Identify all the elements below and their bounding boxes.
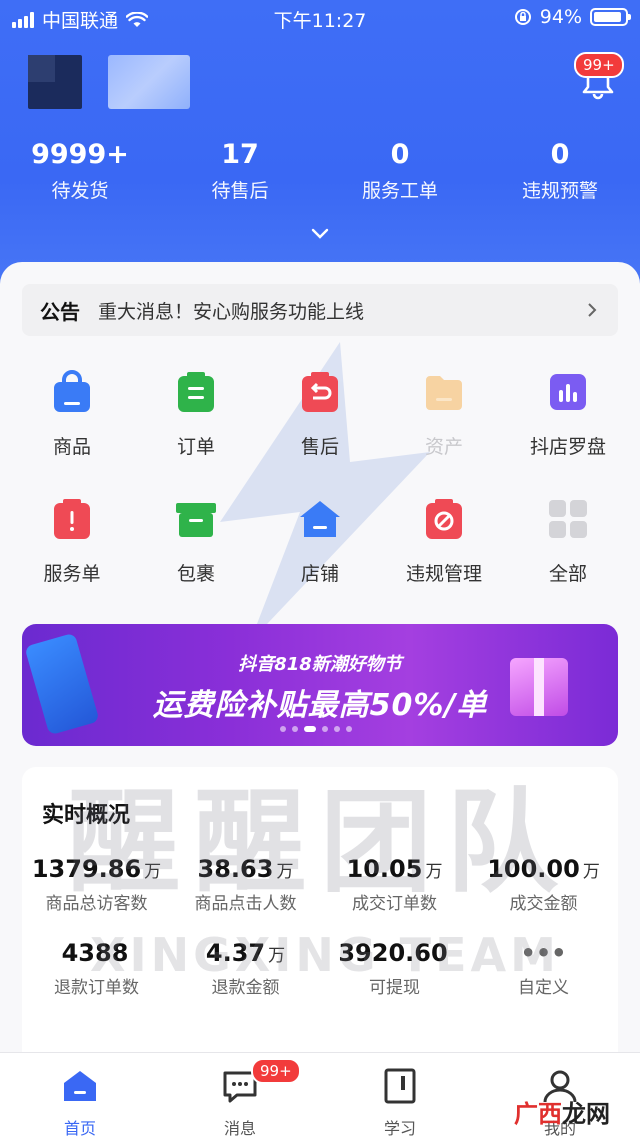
- stat-value: 9999+: [31, 139, 129, 170]
- tab-label: 首页: [63, 1119, 96, 1138]
- stat-value: 0: [390, 139, 410, 170]
- grid-item-label: 资产: [424, 436, 463, 458]
- stat-label: 待发货: [51, 180, 109, 202]
- grid-item-violations[interactable]: 违规管理: [382, 497, 506, 586]
- stat-label: 违规预警: [521, 180, 598, 202]
- carousel-indicator: [280, 726, 352, 732]
- stat-value: 0: [550, 139, 570, 170]
- grid-item-label: 全部: [548, 563, 587, 585]
- chevron-right-icon: [588, 303, 597, 317]
- grid-item-label: 服务单: [43, 563, 101, 585]
- announcement-bar[interactable]: 公告 重大消息！安心购服务功能上线: [22, 284, 618, 336]
- shop-name-blurred: [108, 55, 190, 109]
- stat-after-sales[interactable]: 17 待售后: [160, 138, 320, 203]
- tab-label: 学习: [383, 1119, 416, 1138]
- grid-item-store[interactable]: 店铺: [258, 497, 382, 586]
- stat-label: 待售后: [211, 180, 269, 202]
- promo-banner[interactable]: 抖音818新潮好物节 运费险补贴最高50%/单: [22, 624, 618, 746]
- bag-icon: [54, 370, 90, 412]
- tab-learn[interactable]: 学习: [320, 1053, 480, 1138]
- banner-subtitle: 抖音818新潮好物节: [238, 654, 402, 675]
- chart-icon: [550, 374, 586, 410]
- grid-item-all[interactable]: 全部: [506, 497, 630, 586]
- avatar[interactable]: [28, 55, 82, 109]
- stat-label: 服务工单: [361, 180, 438, 202]
- grid-item-packages[interactable]: 包裹: [134, 497, 258, 586]
- tab-label: 消息: [223, 1119, 256, 1138]
- announcement-text: 重大消息！安心购服务功能上线: [98, 300, 365, 323]
- grid-item-compass[interactable]: 抖店罗盘: [506, 370, 630, 459]
- tab-home[interactable]: 首页: [0, 1053, 160, 1138]
- grid-item-label: 店铺: [300, 563, 339, 585]
- announcement-tag: 公告: [40, 299, 80, 324]
- grid-item-label: 包裹: [176, 563, 215, 585]
- site-watermark: 广西龙网: [514, 1094, 610, 1129]
- grid-item-service-orders[interactable]: 服务单: [10, 497, 134, 586]
- alert-icon: [54, 499, 90, 539]
- notification-badge: 99+: [574, 52, 624, 78]
- banner-title: 运费险补贴最高50%/单: [152, 688, 488, 723]
- grid-item-after-sales[interactable]: 售后: [258, 370, 382, 459]
- grid-item-assets[interactable]: 资产: [382, 370, 506, 459]
- house-icon: [300, 501, 340, 537]
- site-watermark-a: 广西: [514, 1100, 562, 1128]
- book-icon: [384, 1068, 416, 1104]
- battery-icon: [590, 8, 631, 26]
- grid-icon: [549, 500, 587, 538]
- grid-item-label: 订单: [176, 436, 215, 458]
- site-watermark-b: 龙网: [562, 1100, 610, 1128]
- main-card: 公告 重大消息！安心购服务功能上线 商品 订单 售后 资产 抖店罗盘 服务单 包…: [0, 262, 640, 1062]
- return-icon: [302, 372, 338, 412]
- grid-item-label: 售后: [300, 436, 339, 458]
- messages-badge: 99+: [251, 1058, 301, 1084]
- stat-value: 17: [221, 139, 259, 170]
- chevron-down-icon[interactable]: [310, 226, 330, 240]
- stat-pending-shipment[interactable]: 9999+ 待发货: [0, 138, 160, 203]
- grid-item-orders[interactable]: 订单: [134, 370, 258, 459]
- orientation-lock-icon: [514, 9, 531, 25]
- feature-grid: 商品 订单 售后 资产 抖店罗盘 服务单 包裹 店铺 违规管理 全部: [10, 370, 630, 586]
- forbidden-icon: [426, 499, 462, 539]
- folder-icon: [426, 376, 462, 410]
- watermark-subtext: XINGXING TEAM: [90, 928, 560, 982]
- box-icon: [176, 503, 216, 537]
- header: 中国联通 下午11:27 94% 99+ 9999+ 待发货 17 待售后 0 服务工…: [0, 0, 640, 300]
- grid-item-label: 违规管理: [405, 563, 482, 585]
- clipboard-icon: [178, 372, 214, 412]
- stat-violation-alerts[interactable]: 0 违规预警: [480, 138, 640, 203]
- stat-service-tickets[interactable]: 0 服务工单: [320, 138, 480, 203]
- watermark-text: 醒醒团队: [68, 778, 572, 908]
- status-bar: 中国联通 下午11:27 94%: [0, 0, 640, 36]
- grid-item-label: 商品: [52, 436, 91, 458]
- grid-item-products[interactable]: 商品: [10, 370, 134, 459]
- home-icon: [64, 1071, 96, 1101]
- grid-item-label: 抖店罗盘: [529, 436, 606, 458]
- stats-row: 9999+ 待发货 17 待售后 0 服务工单 0 违规预警: [0, 138, 640, 203]
- battery-percent: 94%: [539, 6, 582, 28]
